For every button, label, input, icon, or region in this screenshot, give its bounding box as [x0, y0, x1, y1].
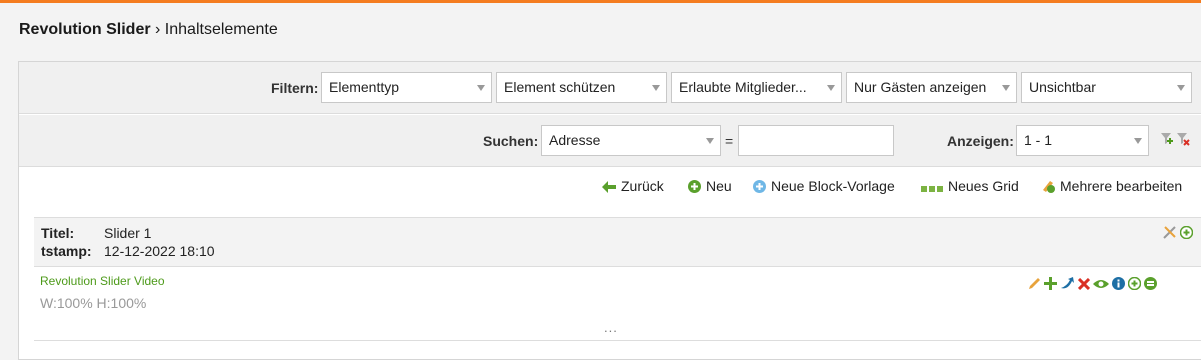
grid-icon: [921, 186, 943, 192]
eye-icon[interactable]: [1093, 278, 1109, 290]
move-arrow-icon[interactable]: [1060, 277, 1075, 290]
element-dimensions: W:100% H:100%: [40, 295, 147, 311]
chevron-down-icon: [477, 85, 485, 91]
record-tstamp-row: tstamp: 12-12-2022 18:10: [41, 243, 215, 259]
record-header-actions: [1163, 226, 1193, 239]
new-link-label: Neu: [706, 178, 732, 194]
search-label: Suchen:: [483, 133, 539, 149]
plus-circle-icon[interactable]: [1180, 226, 1193, 239]
back-link[interactable]: Zurück: [602, 178, 664, 194]
new-link[interactable]: Neu: [688, 178, 732, 194]
element-actions: [1028, 277, 1157, 290]
wrench-screwdriver-icon[interactable]: [1163, 226, 1177, 239]
filter-element-type-value: Elementtyp: [329, 79, 400, 95]
page-title-main: Revolution Slider: [19, 21, 151, 38]
filter-allowed-members-value: Erlaubte Mitglieder...: [679, 79, 807, 95]
search-input[interactable]: [738, 125, 894, 156]
record-title-value: Slider 1: [104, 225, 152, 241]
pencil-icon[interactable]: [1028, 277, 1041, 290]
filter-invisible-value: Unsichtbar: [1029, 79, 1096, 95]
filter-guests-only-value: Nur Gästen anzeigen: [854, 79, 987, 95]
filter-element-protect-select[interactable]: Element schützen: [496, 72, 667, 103]
back-link-label: Zurück: [621, 178, 664, 194]
edit-multiple-link[interactable]: Mehrere bearbeiten: [1041, 178, 1182, 194]
plus-icon[interactable]: [1044, 277, 1057, 290]
chevron-down-icon: [1177, 85, 1185, 91]
element-type-label: Revolution Slider Video: [40, 274, 165, 288]
delete-icon[interactable]: [1078, 277, 1090, 290]
new-grid-label: Neues Grid: [948, 178, 1019, 194]
filter-guests-only-select[interactable]: Nur Gästen anzeigen: [846, 72, 1017, 103]
record-tstamp-value: 12-12-2022 18:10: [104, 243, 215, 259]
edit-multiple-label: Mehrere bearbeiten: [1060, 178, 1183, 194]
edit-multiple-icon: [1043, 181, 1055, 193]
new-block-template-link[interactable]: Neue Block-Vorlage: [753, 178, 895, 194]
clipboard-icon[interactable]: [1144, 277, 1157, 290]
show-more-dots[interactable]: ...: [604, 320, 618, 335]
new-block-template-label: Neue Block-Vorlage: [771, 178, 895, 194]
record-title-row: Titel: Slider 1: [41, 225, 151, 241]
page-title-sub: Inhaltselemente: [164, 21, 278, 38]
filter-row: Filtern: Elementtyp Element schützen Erl…: [19, 62, 1201, 114]
filter-invisible-select[interactable]: Unsichtbar: [1021, 72, 1192, 103]
top-accent-bar: [0, 0, 1201, 3]
search-field-value: Adresse: [549, 132, 601, 148]
chevron-down-icon: [652, 85, 660, 91]
record-title-key: Titel:: [41, 225, 75, 241]
search-operator: =: [725, 133, 734, 149]
content-element: Revolution Slider Video W:100% H:100% ..…: [34, 268, 1201, 341]
plus-circle-icon[interactable]: [1128, 277, 1141, 290]
filter-allowed-members-select[interactable]: Erlaubte Mitglieder...: [671, 72, 842, 103]
search-field-select[interactable]: Adresse: [541, 125, 721, 156]
search-row: Suchen: Adresse = Anzeigen: 1 - 1: [19, 115, 1201, 167]
filter-element-protect-value: Element schützen: [504, 79, 616, 95]
record-header: Titel: Slider 1 tstamp: 12-12-2022 18:10: [34, 217, 1201, 267]
show-range-value: 1 - 1: [1024, 132, 1053, 148]
info-icon[interactable]: [1112, 277, 1125, 290]
show-range-select[interactable]: 1 - 1: [1016, 125, 1149, 156]
record-tstamp-key: tstamp:: [41, 243, 92, 259]
filter-label: Filtern:: [271, 80, 319, 96]
breadcrumb-separator: ›: [150, 21, 165, 38]
chevron-down-icon: [827, 85, 835, 91]
page-title: Revolution Slider › Inhaltselemente: [19, 21, 278, 39]
content-panel: Filtern: Elementtyp Element schützen Erl…: [18, 61, 1201, 360]
chevron-down-icon: [706, 138, 714, 144]
arrow-left-icon: [602, 181, 616, 193]
chevron-down-icon: [1002, 85, 1010, 91]
new-grid-link[interactable]: Neues Grid: [921, 178, 1019, 194]
filter-add-icon[interactable]: [1160, 132, 1173, 151]
plus-circle-icon: [688, 180, 701, 193]
plus-circle-blue-icon: [753, 180, 766, 193]
chevron-down-icon: [1134, 138, 1142, 144]
filter-element-type-select[interactable]: Elementtyp: [321, 72, 492, 103]
show-label: Anzeigen:: [947, 133, 1014, 149]
filter-reset-icon[interactable]: [1176, 132, 1190, 151]
